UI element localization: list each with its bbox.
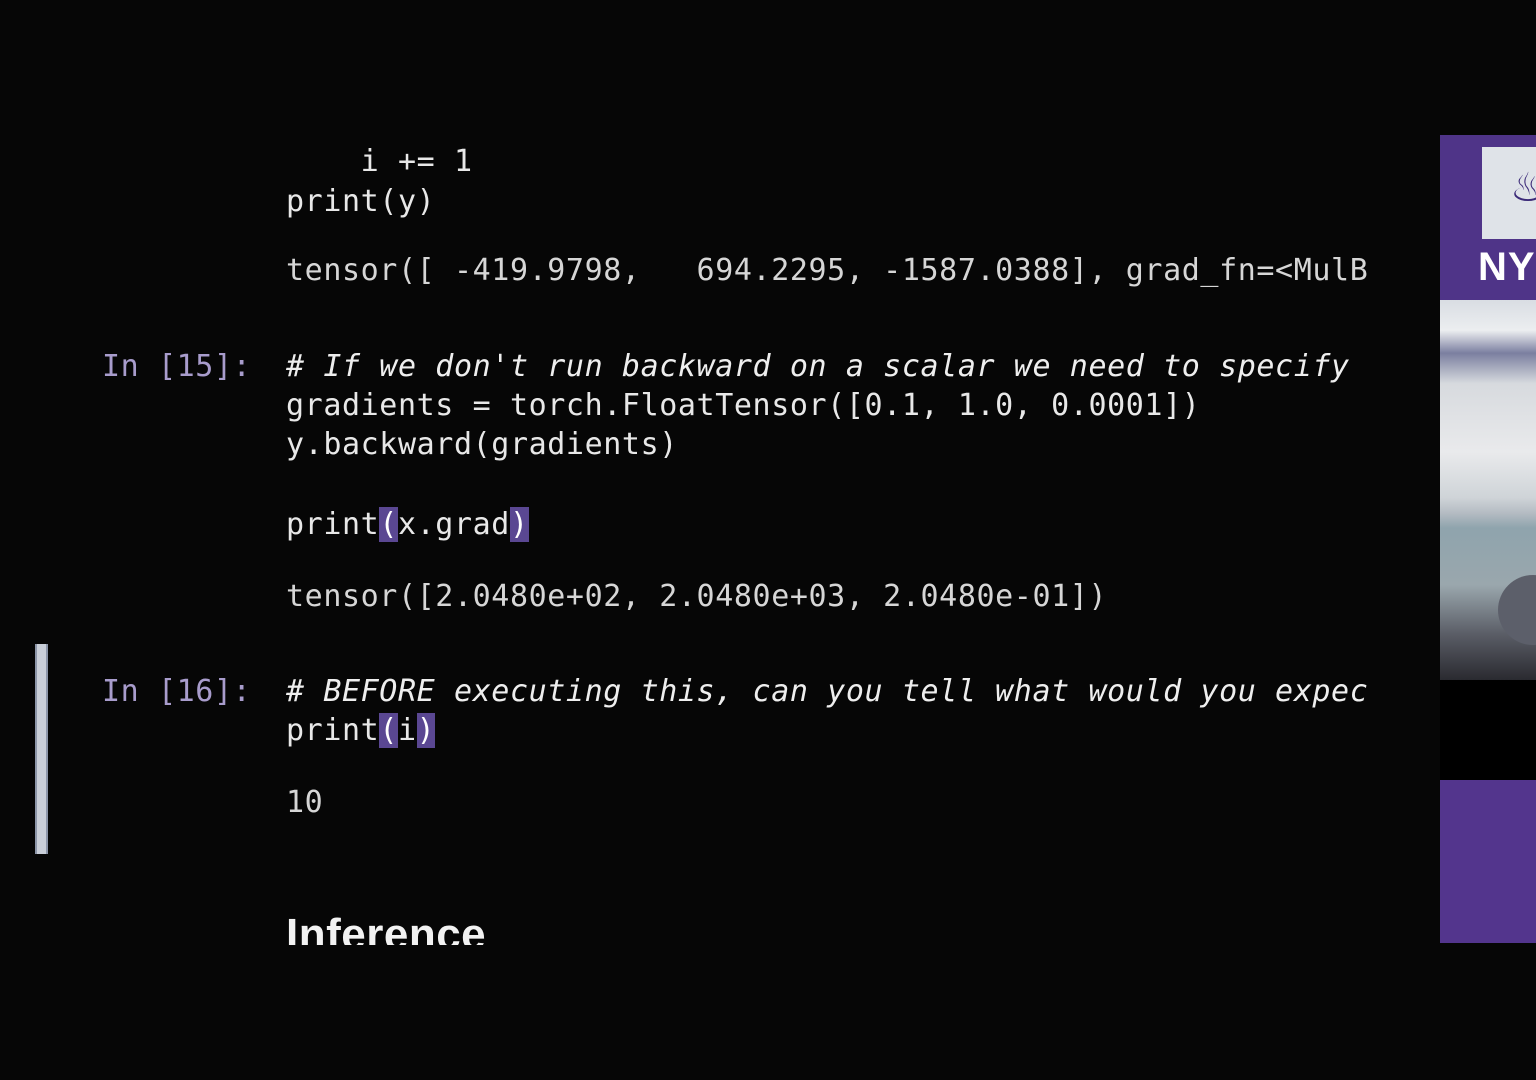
code-token-arg: x.grad xyxy=(397,507,510,542)
code-line-print-grad[interactable]: print(x.grad) xyxy=(286,507,529,543)
cell-prompt-16: In [16]: xyxy=(102,674,252,709)
logo-text: NY xyxy=(1478,245,1536,289)
code-line-print-y[interactable]: print(y) xyxy=(286,184,435,220)
section-heading-inference: Inference xyxy=(286,910,487,945)
code-token-print: print xyxy=(286,713,380,748)
code-line-print-i[interactable]: print(i) xyxy=(286,713,436,749)
cell-output-i: 10 xyxy=(286,785,324,820)
code-token-print: print xyxy=(286,507,380,542)
cell-output-y-tensor: tensor([ -419.9798, 694.2295, -1587.0388… xyxy=(286,253,1369,288)
code-line-backward[interactable]: y.backward(gradients) xyxy=(286,427,678,463)
cell-prompt-15: In [15]: xyxy=(102,349,252,384)
video-overlay: ♨ NY xyxy=(1440,135,1536,943)
matched-paren-close: ) xyxy=(509,507,529,542)
matched-paren-open: ( xyxy=(379,713,398,748)
code-comment-before-executing[interactable]: # BEFORE executing this, can you tell wh… xyxy=(286,674,1368,710)
cell-output-grad-tensor: tensor([2.0480e+02, 2.0480e+03, 2.0480e-… xyxy=(286,579,1108,614)
notebook-screen: i += 1 print(y) tensor([ -419.9798, 694.… xyxy=(0,0,1536,1080)
torch-logo-icon: ♨ xyxy=(1510,165,1536,211)
active-cell-indicator xyxy=(35,644,48,854)
code-line-gradients[interactable]: gradients = torch.FloatTensor([0.1, 1.0,… xyxy=(286,388,1200,424)
matched-paren-open: ( xyxy=(379,507,398,542)
code-comment-backward-scalar[interactable]: # If we don't run backward on a scalar w… xyxy=(286,349,1350,385)
code-token-arg: i xyxy=(397,713,417,748)
code-line-loop-increment[interactable]: i += 1 xyxy=(286,144,473,180)
matched-paren-close: ) xyxy=(416,713,436,748)
video-banner-bottom xyxy=(1440,780,1536,943)
